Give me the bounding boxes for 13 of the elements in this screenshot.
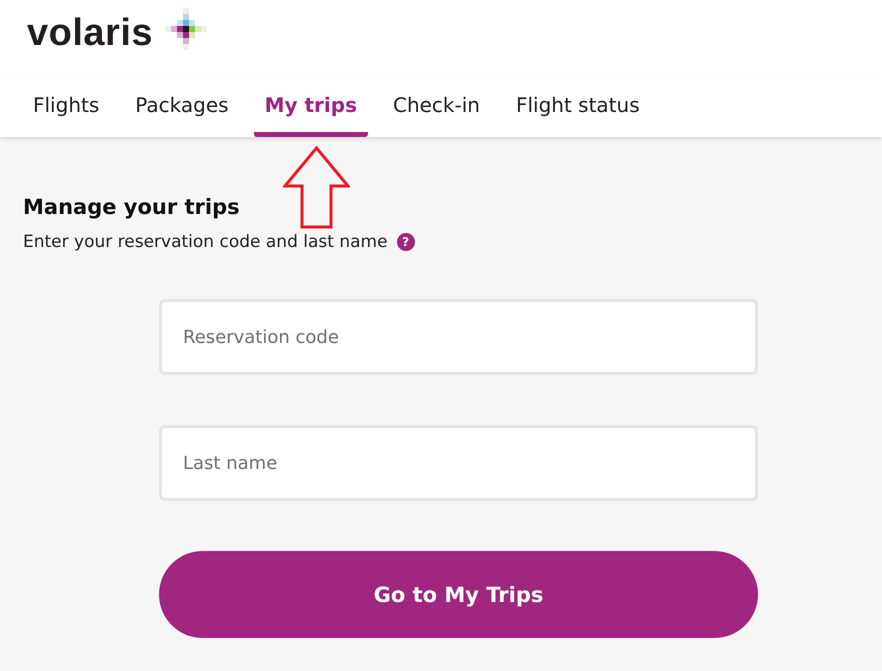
- nav-tab[interactable]: Flights: [22, 73, 110, 137]
- nav-tab[interactable]: Check-in: [382, 73, 491, 137]
- section-title: Manage your trips: [23, 195, 241, 219]
- input-field[interactable]: Last name: [159, 425, 758, 501]
- up-arrow-icon: [283, 146, 350, 229]
- submit-button[interactable]: Go to My Trips: [159, 551, 758, 638]
- nav-tab[interactable]: Flight status: [504, 73, 651, 137]
- instruction-text: Enter your reservation code and last name: [23, 232, 388, 252]
- logo-text: volaris: [27, 12, 154, 55]
- input-field[interactable]: Reservation code: [159, 299, 758, 375]
- help-icon[interactable]: ?: [396, 233, 415, 251]
- nav-tab[interactable]: Packages: [124, 73, 240, 137]
- nav-tab[interactable]: My trips: [254, 73, 368, 137]
